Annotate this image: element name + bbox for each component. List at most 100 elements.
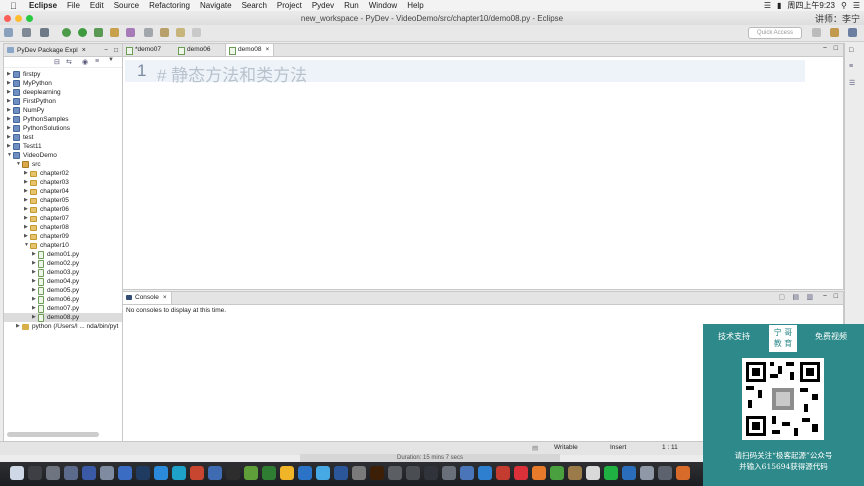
tree-item-demo03[interactable]: ▶ demo03.py	[32, 268, 79, 277]
tab-demo06[interactable]: demo06	[175, 44, 215, 56]
run-config-icon[interactable]	[94, 28, 103, 37]
tree-item-deeplearning[interactable]: ▶ deeplearning	[7, 88, 61, 97]
close-icon[interactable]: ×	[82, 47, 86, 54]
finder-icon[interactable]	[10, 466, 24, 480]
terminal-icon[interactable]	[40, 28, 49, 37]
pencil-icon[interactable]	[126, 28, 135, 37]
minimize-view-icon[interactable]: −	[104, 47, 108, 54]
focus-icon[interactable]: ◉	[82, 58, 88, 66]
maximize-view-icon[interactable]: □	[834, 45, 838, 52]
app-icon[interactable]	[388, 466, 402, 480]
outline-icon[interactable]: ≡	[849, 63, 853, 70]
run-icon[interactable]	[78, 28, 87, 37]
restore-icon[interactable]: □	[849, 47, 853, 54]
app-icon[interactable]	[424, 466, 438, 480]
tab-console[interactable]: Console ×	[123, 292, 172, 304]
quick-access-input[interactable]: Quick Access	[748, 27, 802, 39]
menu-run[interactable]: Run	[344, 1, 359, 10]
close-icon[interactable]: ×	[163, 294, 167, 301]
battery-icon[interactable]: ▮	[777, 1, 781, 10]
app-icon[interactable]	[514, 466, 528, 480]
tree-item-demo08[interactable]: ▶ demo08.py	[4, 313, 122, 322]
prev-annotation-icon[interactable]	[160, 28, 169, 37]
menu-app-name[interactable]: Eclipse	[29, 1, 57, 10]
back-icon[interactable]	[176, 28, 185, 37]
launchpad-icon[interactable]	[28, 466, 42, 480]
tree-item-chapter02[interactable]: ▶ chapter02	[24, 169, 69, 178]
tree-item-chapter05[interactable]: ▶ chapter05	[24, 196, 69, 205]
tree-item-demo07[interactable]: ▶ demo07.py	[32, 304, 79, 313]
pin-console-icon[interactable]: ▢	[778, 293, 785, 301]
app-icon[interactable]	[298, 466, 312, 480]
menu-edit[interactable]: Edit	[90, 1, 104, 10]
tree-item-src[interactable]: ▼ src	[16, 160, 41, 169]
menu-source[interactable]: Source	[114, 1, 139, 10]
minimize-view-icon[interactable]: −	[823, 45, 827, 52]
app-icon[interactable]	[478, 466, 492, 480]
app-icon[interactable]	[532, 466, 546, 480]
tree-item-chapter09[interactable]: ▶ chapter09	[24, 232, 69, 241]
tree-item-demo06[interactable]: ▶ demo06.py	[32, 295, 79, 304]
tab-demo07[interactable]: *demo07	[123, 44, 165, 56]
tree-item-chapter07[interactable]: ▶ chapter07	[24, 214, 69, 223]
photoshop-icon[interactable]	[136, 466, 150, 480]
tree-item-mypython[interactable]: ▶ MyPython	[7, 79, 52, 88]
app-icon[interactable]	[658, 466, 672, 480]
app-icon[interactable]	[208, 466, 222, 480]
notification-center-icon[interactable]: ☰	[853, 1, 860, 10]
next-annotation-icon[interactable]	[144, 28, 153, 37]
save-icon[interactable]	[22, 28, 31, 37]
menu-refactoring[interactable]: Refactoring	[149, 1, 190, 10]
status-icon[interactable]: ▤	[532, 444, 538, 452]
tree-item-demo01[interactable]: ▶ demo01.py	[32, 250, 79, 259]
minimize-view-icon[interactable]: −	[823, 293, 827, 300]
menu-file[interactable]: File	[67, 1, 80, 10]
app-icon[interactable]	[406, 466, 420, 480]
open-folder-icon[interactable]	[110, 28, 119, 37]
close-icon[interactable]: ×	[266, 46, 270, 53]
display-console-icon[interactable]: ▤	[792, 293, 799, 301]
app-icon[interactable]	[460, 466, 474, 480]
word-icon[interactable]	[334, 466, 348, 480]
filter-icon[interactable]: ≡	[95, 58, 99, 65]
app-icon[interactable]	[676, 466, 690, 480]
tree-item-demo05[interactable]: ▶ demo05.py	[32, 286, 79, 295]
terminal-app-icon[interactable]	[46, 466, 60, 480]
maximize-view-icon[interactable]: □	[834, 293, 838, 300]
menu-help[interactable]: Help	[407, 1, 423, 10]
menubar-clock[interactable]: 周四上午9:23	[787, 0, 835, 11]
tree-item-chapter03[interactable]: ▶ chapter03	[24, 178, 69, 187]
new-icon[interactable]	[4, 28, 13, 37]
tree-item-pythonsamples[interactable]: ▶ PythonSamples	[7, 115, 69, 124]
app-icon[interactable]	[172, 466, 186, 480]
debug-perspective-icon[interactable]	[848, 28, 857, 37]
menu-project[interactable]: Project	[277, 1, 302, 10]
app-icon[interactable]	[442, 466, 456, 480]
perspective-open-icon[interactable]	[812, 28, 821, 37]
tree-item-demo02[interactable]: ▶ demo02.py	[32, 259, 79, 268]
tree-item-chapter06[interactable]: ▶ chapter06	[24, 205, 69, 214]
maximize-view-icon[interactable]: □	[114, 47, 118, 54]
app-icon[interactable]	[640, 466, 654, 480]
wifi-icon[interactable]: ☰	[764, 1, 771, 10]
tree-item-chapter08[interactable]: ▶ chapter08	[24, 223, 69, 232]
app-icon[interactable]	[622, 466, 636, 480]
menu-pydev[interactable]: Pydev	[312, 1, 334, 10]
tree-item-numpy[interactable]: ▶ NumPy	[7, 106, 44, 115]
app-icon[interactable]	[118, 466, 132, 480]
chrome-icon[interactable]	[550, 466, 564, 480]
menu-window[interactable]: Window	[369, 1, 397, 10]
debug-icon[interactable]	[62, 28, 71, 37]
tree-item-chapter10[interactable]: ▼ chapter10	[24, 241, 69, 250]
forward-icon[interactable]	[192, 28, 201, 37]
tree-item-firstpython[interactable]: ▶ FirstPython	[7, 97, 56, 106]
menu-search[interactable]: Search	[242, 1, 267, 10]
app-icon[interactable]	[316, 466, 330, 480]
app-icon[interactable]	[352, 466, 366, 480]
app-icon[interactable]	[262, 466, 276, 480]
link-editor-icon[interactable]: ⇆	[66, 58, 72, 66]
tree-item-pythonsolutions[interactable]: ▶ PythonSolutions	[7, 124, 70, 133]
tree-item-test11[interactable]: ▶ Test11	[7, 142, 42, 151]
tree-item-firstpy[interactable]: ▶ firstpy	[7, 70, 40, 79]
app-icon[interactable]	[100, 466, 114, 480]
